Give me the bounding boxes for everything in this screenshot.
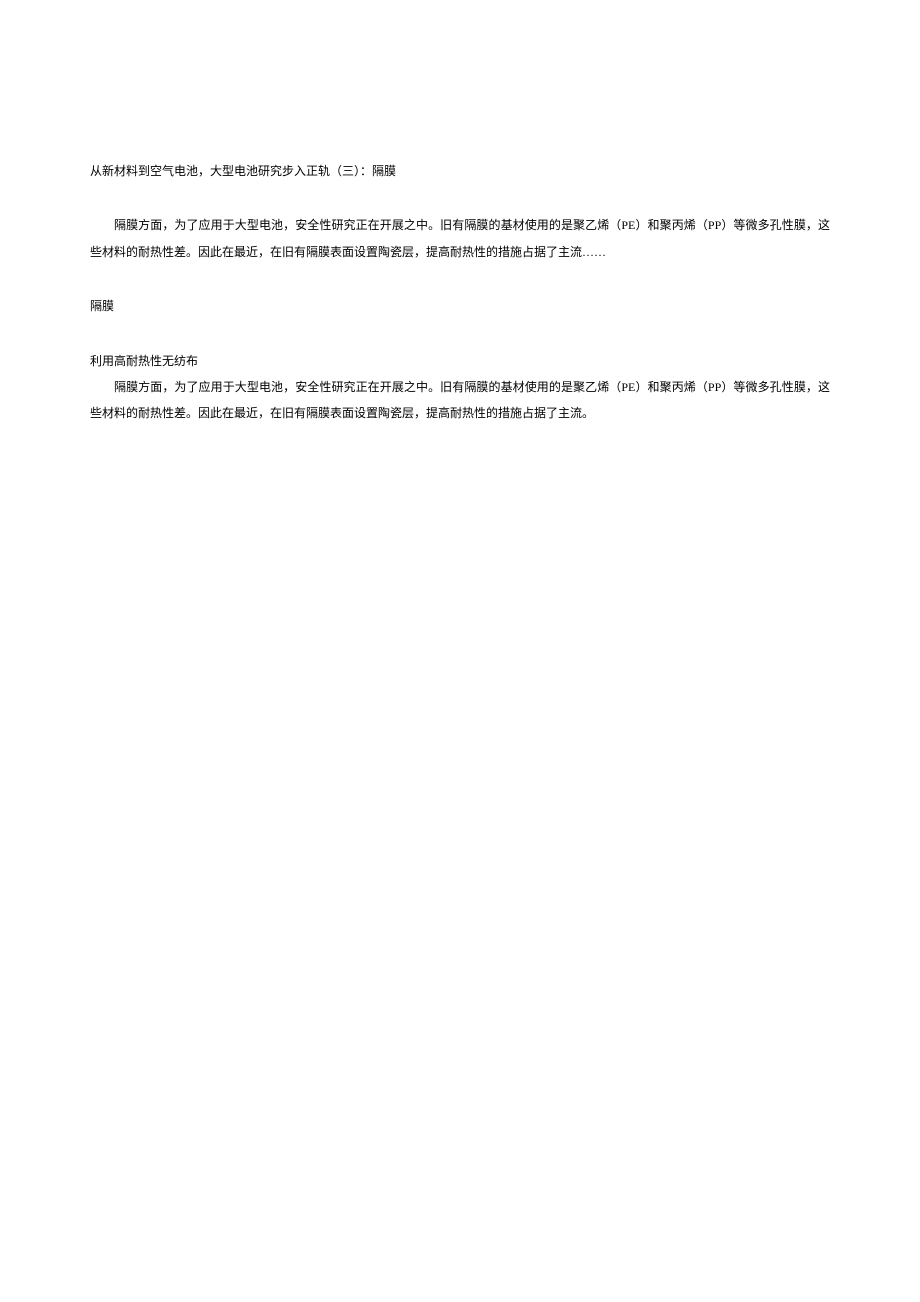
document-title: 从新材料到空气电池，大型电池研究步入正轨（三）：隔膜 (90, 158, 830, 184)
body-paragraph: 隔膜方面，为了应用于大型电池，安全性研究正在开展之中。旧有隔膜的基材使用的是聚乙… (90, 374, 830, 427)
subsection-heading: 利用高耐热性无纺布 (90, 348, 830, 374)
section-heading: 隔膜 (90, 293, 830, 319)
abstract-paragraph: 隔膜方面，为了应用于大型电池，安全性研究正在开展之中。旧有隔膜的基材使用的是聚乙… (90, 212, 830, 265)
